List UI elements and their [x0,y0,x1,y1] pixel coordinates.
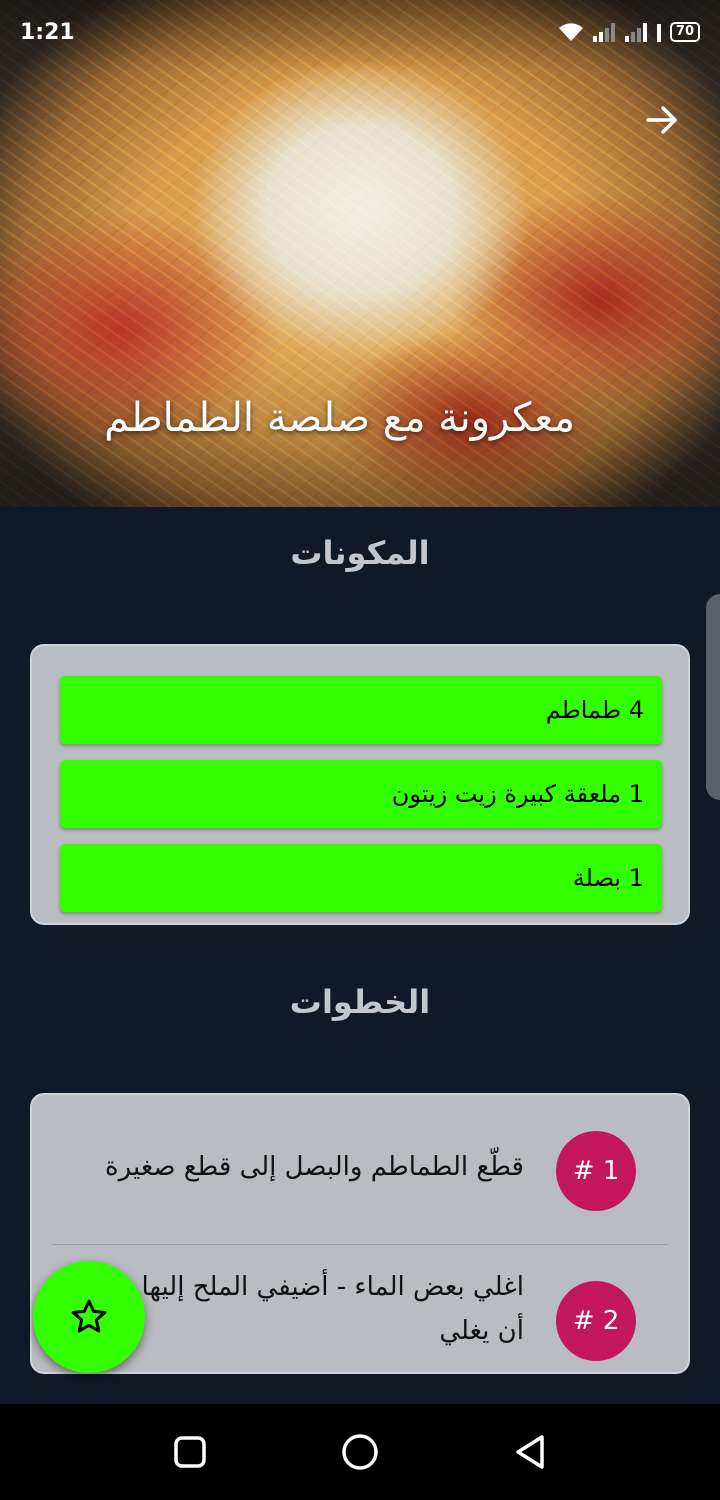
signal-icon [624,23,647,42]
home-circle-icon [342,1434,378,1470]
ingredient-item: 1 ملعقة كبيرة زيت زيتون [60,760,662,828]
step-number-badge: # 1 [556,1131,636,1211]
battery-icon: 70 [669,22,700,42]
back-triangle-icon [516,1435,544,1469]
ingredient-item: 1 بصلة [60,844,662,912]
ingredient-item: 4 طماطم [60,676,662,744]
ingredient-label: 1 بصلة [572,864,644,892]
status-icons: 70 [558,21,700,43]
recents-square-icon [174,1436,206,1468]
step-item: # 1 قطّع الطماطم والبصل إلى قطع صغيرة [32,1095,688,1245]
home-button[interactable] [334,1426,386,1478]
favorite-fab[interactable] [33,1261,145,1373]
signal-icon [592,23,615,42]
status-bar: 1:21 70 [0,0,720,64]
arrow-right-icon [646,106,677,134]
recents-button[interactable] [164,1426,216,1478]
ingredients-heading: المكونات [290,534,430,572]
ingredient-label: 1 ملعقة كبيرة زيت زيتون [391,780,644,808]
step-number-badge: # 2 [556,1281,636,1361]
ingredient-label: 4 طماطم [545,696,644,724]
notification-icon [656,24,661,42]
star-icon [71,1299,107,1333]
ingredients-card: 4 طماطم 1 ملعقة كبيرة زيت زيتون 1 بصلة [30,644,690,925]
back-nav-button[interactable] [504,1426,556,1478]
wifi-icon [558,23,583,41]
steps-heading: الخطوات [289,983,431,1021]
recipe-title: معكرونة مع صلصة الطماطم [104,395,575,441]
back-button[interactable] [642,100,682,140]
side-drawer-handle[interactable] [706,594,720,800]
system-nav-bar [0,1404,720,1500]
status-time: 1:21 [20,19,75,45]
recipe-hero-image: 1:21 70 معكرونة مع صلصة الطماطم [0,0,720,507]
step-text: قطّع الطماطم والبصل إلى قطع صغيرة [105,1152,524,1182]
